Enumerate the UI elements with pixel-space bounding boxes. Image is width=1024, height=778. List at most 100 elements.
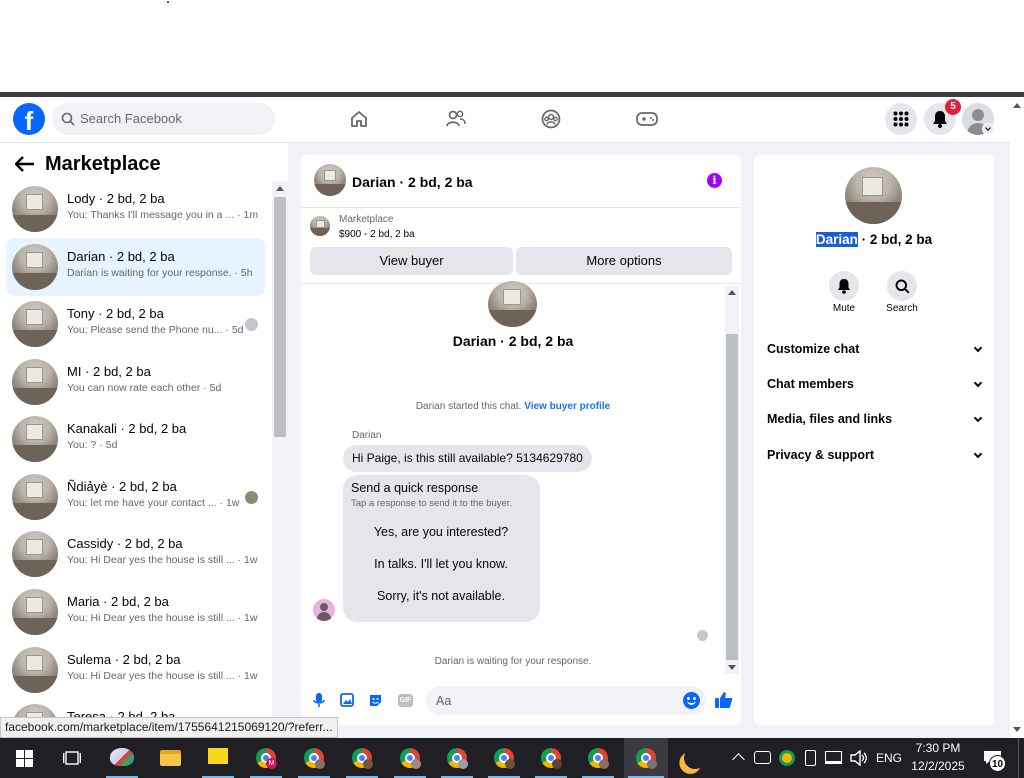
- taskbar-app-chrome-4[interactable]: [390, 738, 430, 778]
- conversation-item-lody[interactable]: Lody · 2 bd, 2 ba You: Thanks I'll messa…: [6, 180, 265, 238]
- chat-members-row[interactable]: Chat members: [767, 377, 983, 391]
- media-files-links-row[interactable]: Media, files and links: [767, 412, 983, 426]
- profile-badge-icon: M: [266, 758, 277, 769]
- like-thumb-icon[interactable]: [714, 691, 733, 709]
- scroll-down-arrow-icon[interactable]: [1013, 727, 1021, 732]
- mute-button[interactable]: [829, 271, 859, 301]
- taskbar-app-chrome-5[interactable]: [437, 738, 477, 778]
- conversation-item-mi[interactable]: MI · 2 bd, 2 ba You can now rate each ot…: [6, 353, 265, 411]
- scrollbar-thumb[interactable]: [274, 197, 286, 437]
- start-button[interactable]: [4, 738, 44, 778]
- customize-chat-row[interactable]: Customize chat: [767, 342, 983, 356]
- chat-panel: Darian · 2 bd, 2 ba i Marketplace $900 -…: [301, 155, 741, 725]
- search-box[interactable]: Search Facebook: [52, 103, 275, 135]
- taskbar-app-chrome-9-active[interactable]: [624, 738, 668, 778]
- scroll-down-arrow-icon[interactable]: [728, 665, 736, 670]
- conversation-item-sulema[interactable]: Sulema · 2 bd, 2 ba You: Hi Dear yes the…: [6, 641, 265, 699]
- groups-icon[interactable]: [541, 109, 561, 129]
- friends-icon[interactable]: [445, 109, 467, 129]
- taskbar-app-night[interactable]: [674, 738, 714, 778]
- facebook-logo[interactable]: f: [13, 103, 45, 135]
- message-composer[interactable]: Aa: [426, 686, 706, 715]
- volume-icon[interactable]: [850, 750, 868, 766]
- quick-reply-button[interactable]: Yes, are you interested?: [355, 520, 527, 545]
- profile-badge-icon: [647, 759, 657, 769]
- emoji-icon[interactable]: [683, 692, 700, 709]
- account-chevron-icon[interactable]: [982, 123, 994, 135]
- listing-price[interactable]: $900 - 2 bd, 2 ba: [339, 229, 415, 240]
- menu-button[interactable]: [885, 103, 917, 135]
- conversation-name: Lody · 2 bd, 2 ba: [67, 191, 165, 206]
- taskbar-app-paint[interactable]: [102, 738, 142, 778]
- phone-link-icon[interactable]: [805, 750, 816, 766]
- gaming-icon[interactable]: [636, 111, 658, 127]
- scroll-up-arrow-icon[interactable]: [1013, 103, 1021, 108]
- conversation-list-scrollbar[interactable]: [272, 181, 288, 738]
- conversation-preview: You: Hi Dear yes the house is still ... …: [67, 554, 258, 566]
- conversation-item-kanakali[interactable]: Kanakali · 2 bd, 2 ba You: ? · 5d: [6, 410, 265, 468]
- quick-reply-button[interactable]: In talks. I'll let you know.: [355, 552, 527, 577]
- privacy-support-row[interactable]: Privacy & support: [767, 448, 983, 462]
- conversation-item-ndiaye[interactable]: Ñdiảyè · 2 bd, 2 ba You: let me have you…: [6, 468, 265, 526]
- quick-reply-button[interactable]: Sorry, it's not available.: [355, 584, 527, 609]
- conversation-name: Ñdiảyè · 2 bd, 2 ba: [67, 479, 177, 494]
- chat-title[interactable]: Darian · 2 bd, 2 ba: [352, 174, 473, 190]
- taskbar-app-chrome-6[interactable]: [484, 738, 524, 778]
- language-indicator[interactable]: ENG: [876, 751, 902, 765]
- grid-menu-icon: [893, 111, 909, 127]
- back-arrow-icon[interactable]: [15, 156, 35, 172]
- search-input[interactable]: Search Facebook: [80, 111, 182, 126]
- onedrive-icon[interactable]: [754, 751, 771, 764]
- conversation-item-tony[interactable]: Tony · 2 bd, 2 ba You: Please send the P…: [6, 295, 265, 353]
- taskbar-app-sticky-notes[interactable]: [198, 738, 238, 778]
- scroll-up-arrow-icon[interactable]: [728, 290, 736, 295]
- app-tray-icon[interactable]: [779, 750, 795, 766]
- view-buyer-button[interactable]: View buyer: [310, 247, 513, 275]
- composer-input[interactable]: Aa: [436, 694, 451, 708]
- conversation-preview: Darian is waiting for your response. · 5…: [67, 267, 253, 279]
- chat-scrollbar[interactable]: [725, 286, 739, 674]
- sticker-icon[interactable]: [368, 693, 383, 708]
- conversation-name: Kanakali · 2 bd, 2 ba: [67, 421, 187, 436]
- taskbar-app-chrome-8[interactable]: [578, 738, 618, 778]
- conversation-item-cassidy[interactable]: Cassidy · 2 bd, 2 ba You: Hi Dear yes th…: [6, 525, 265, 583]
- selected-name-text: Darian: [815, 232, 858, 247]
- taskbar-app-file-explorer[interactable]: [150, 738, 190, 778]
- photo-icon[interactable]: [340, 693, 354, 707]
- scrollbar-thumb[interactable]: [726, 334, 738, 660]
- microphone-icon[interactable]: [312, 692, 326, 708]
- listing-thumbnail[interactable]: [310, 216, 330, 236]
- conversation-item-darian[interactable]: Darian · 2 bd, 2 ba Darian is waiting fo…: [6, 238, 265, 296]
- action-center-button[interactable]: 10: [981, 748, 1006, 772]
- show-desktop-button[interactable]: [1018, 738, 1024, 778]
- scroll-up-arrow-icon[interactable]: [276, 186, 284, 191]
- details-profile-thumbnail[interactable]: [845, 167, 902, 224]
- listing-thumbnail: [12, 244, 58, 290]
- bell-icon: [933, 111, 947, 128]
- taskbar-app-chrome-7[interactable]: [531, 738, 571, 778]
- gif-icon[interactable]: GIF: [398, 694, 413, 707]
- buyer-profile-thumbnail[interactable]: [488, 281, 537, 327]
- conversation-item-maria[interactable]: Maria · 2 bd, 2 ba You: Hi Dear yes the …: [6, 583, 265, 641]
- view-buyer-profile-link[interactable]: View buyer profile: [524, 401, 610, 412]
- window-scrollbar[interactable]: [1010, 97, 1024, 738]
- taskbar-app-chrome-1[interactable]: M: [246, 738, 286, 778]
- message-bubble[interactable]: Hi Paige, is this still available? 51346…: [343, 445, 592, 472]
- network-icon[interactable]: [825, 751, 842, 764]
- chat-header-thumbnail[interactable]: [314, 164, 346, 196]
- message-sender-name: Darian: [352, 430, 382, 441]
- section-label: Customize chat: [767, 342, 860, 356]
- chevron-down-icon: [973, 378, 983, 388]
- listing-thumbnail: [12, 474, 58, 520]
- paint-app-icon: [110, 748, 134, 766]
- more-options-button[interactable]: More options: [516, 247, 732, 275]
- listing-thumbnail: [12, 301, 58, 347]
- taskbar-app-chrome-2[interactable]: [294, 738, 334, 778]
- clock-date[interactable]: 12/2/2025: [904, 759, 972, 773]
- task-view-button[interactable]: [52, 738, 92, 778]
- search-conversation-button[interactable]: [887, 271, 917, 301]
- clock-time[interactable]: 7:30 PM: [908, 741, 968, 755]
- info-icon[interactable]: i: [707, 173, 722, 188]
- home-icon[interactable]: [349, 109, 369, 129]
- taskbar-app-chrome-3[interactable]: [342, 738, 382, 778]
